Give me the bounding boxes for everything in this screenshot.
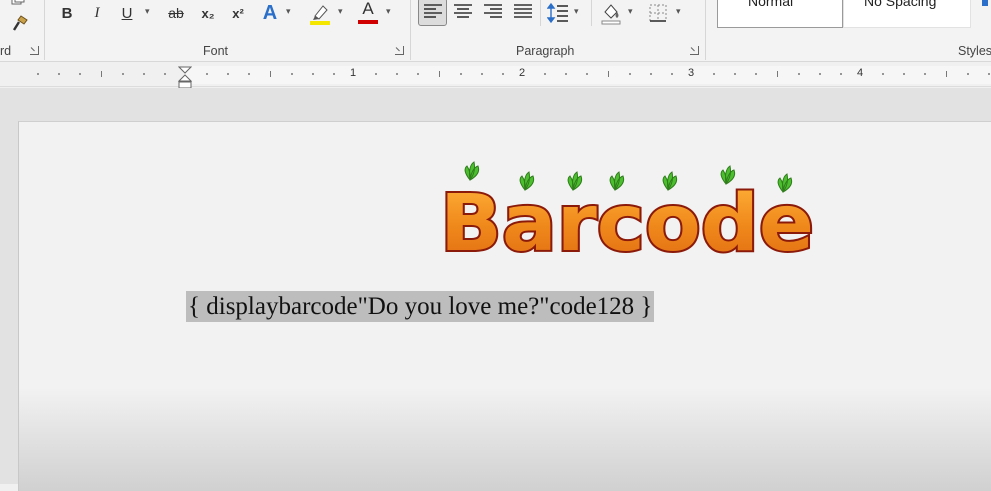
highlight-dropdown-icon[interactable]: ▾	[338, 6, 343, 17]
separator	[591, 0, 592, 26]
ruler-tick	[839, 73, 842, 75]
separator	[44, 0, 45, 60]
highlight-icon[interactable]	[309, 2, 331, 26]
copy-icon[interactable]	[10, 0, 26, 6]
justify-icon[interactable]	[513, 3, 533, 21]
paragraph-group-label: Paragraph	[516, 44, 575, 58]
style-no-spacing[interactable]: No Spacing	[843, 0, 971, 28]
separator	[540, 0, 541, 26]
ribbon: rd B I U ▾ ab x₂ x² A ▾ ▾ A ▾ Font ▾ ▾ ▾…	[0, 0, 991, 62]
ruler-tick	[966, 73, 969, 75]
ruler-tick	[100, 71, 102, 77]
ruler-tick	[58, 73, 61, 75]
underline-dropdown-icon[interactable]: ▾	[145, 6, 150, 17]
ruler-tick	[818, 73, 821, 75]
ruler-number: 4	[857, 67, 864, 79]
font-color-bar	[358, 20, 378, 24]
align-center-icon[interactable]	[453, 3, 473, 21]
ruler-tick	[269, 71, 271, 77]
ruler-tick	[142, 73, 145, 75]
ruler-text-area	[184, 66, 991, 84]
ruler-tick	[501, 73, 504, 75]
ruler-tick	[480, 73, 483, 75]
font-dialog-launcher[interactable]	[395, 46, 404, 55]
line-spacing-dropdown-icon[interactable]: ▾	[574, 6, 579, 17]
indent-markers-icon[interactable]	[177, 66, 193, 90]
horizontal-ruler[interactable]: 1 2 3 4	[0, 63, 991, 90]
styles-group-label: Styles	[958, 44, 991, 58]
barcode-logo: Barcode	[438, 161, 816, 260]
clipboard-dialog-launcher[interactable]	[30, 46, 39, 55]
align-left-icon[interactable]	[423, 3, 443, 21]
ruler-tick	[290, 73, 293, 75]
separator	[410, 0, 411, 60]
ruler-tick	[163, 73, 166, 75]
separator	[705, 0, 706, 60]
shading-dropdown-icon[interactable]: ▾	[628, 6, 633, 17]
ruler-tick	[797, 73, 800, 75]
text-effects-dropdown-icon[interactable]: ▾	[286, 6, 291, 17]
bold-button[interactable]: B	[58, 0, 76, 26]
ruler-tick	[945, 71, 947, 77]
ruler-tick	[121, 73, 124, 75]
barcode-logo-text: Barcode	[440, 179, 814, 260]
line-spacing-icon[interactable]	[546, 2, 569, 24]
subscript-button[interactable]: x₂	[197, 0, 219, 26]
style-normal-label: Normal	[748, 0, 794, 9]
italic-button[interactable]: I	[88, 0, 106, 26]
barcode-field-code[interactable]: { displaybarcode"Do you love me?"code128…	[186, 291, 655, 322]
styles-scroll-icon[interactable]	[982, 0, 988, 6]
ruler-tick	[459, 73, 462, 75]
ruler-number: 2	[519, 67, 526, 79]
font-color-dropdown-icon[interactable]: ▾	[386, 6, 391, 17]
style-no-spacing-label: No Spacing	[864, 0, 937, 9]
ruler-tick	[332, 73, 335, 75]
font-color-button[interactable]: A	[358, 0, 378, 22]
text-effects-button[interactable]: A	[260, 0, 280, 26]
borders-icon[interactable]	[648, 3, 668, 23]
ruler-tick	[311, 73, 314, 75]
ruler-tick	[438, 71, 440, 77]
strikethrough-button[interactable]: ab	[164, 0, 188, 26]
superscript-button[interactable]: x²	[227, 0, 249, 26]
format-painter-icon[interactable]	[10, 14, 30, 34]
ruler-tick	[776, 71, 778, 77]
underline-button[interactable]: U	[118, 0, 136, 26]
ruler-tick	[670, 73, 673, 75]
ruler-tick	[607, 71, 609, 77]
paragraph-dialog-launcher[interactable]	[690, 46, 699, 55]
ruler-tick	[79, 73, 82, 75]
clipboard-group-label: rd	[0, 44, 12, 58]
shading-icon[interactable]	[600, 1, 622, 25]
borders-dropdown-icon[interactable]: ▾	[676, 6, 681, 17]
ruler-number: 3	[688, 67, 695, 79]
ruler-tick	[649, 73, 652, 75]
align-right-icon[interactable]	[483, 3, 503, 21]
font-group-label: Font	[203, 44, 229, 58]
ruler-number: 1	[350, 67, 357, 79]
ruler-tick	[987, 73, 990, 75]
ruler-tick	[628, 73, 631, 75]
ruler-tick	[37, 73, 40, 75]
style-normal[interactable]: Normal	[717, 0, 843, 28]
